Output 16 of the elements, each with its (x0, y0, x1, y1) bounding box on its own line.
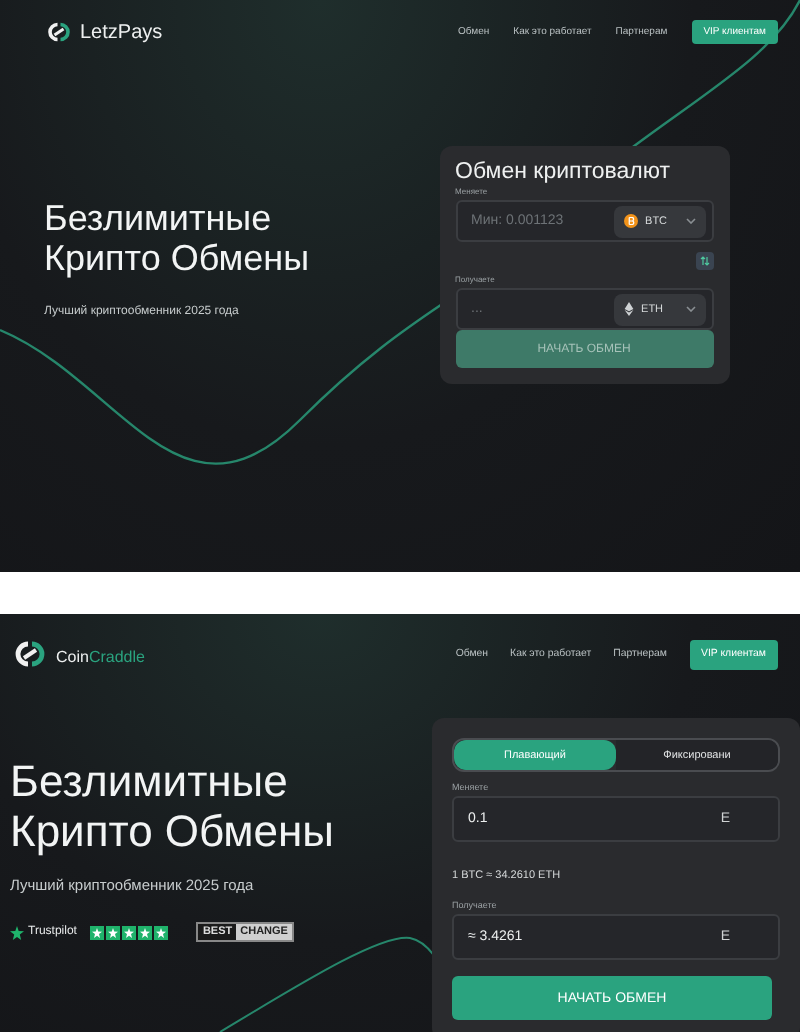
hero-title: Крипто Обмены (44, 238, 310, 279)
star-icon (10, 925, 24, 940)
logo-icon (44, 20, 74, 44)
logo-text: LetzPays (80, 21, 163, 43)
logo-icon (10, 638, 50, 670)
chevron-down-icon (685, 306, 696, 312)
ethereum-icon (623, 302, 634, 316)
logo-text: Coin (56, 648, 89, 666)
chevron-down-icon (685, 218, 696, 224)
logo-text: Craddle (88, 648, 145, 666)
hero-title: Безлимитные (44, 198, 274, 239)
hero-title: Крипто Обмены (10, 807, 334, 857)
swap-icon[interactable] (695, 252, 714, 270)
hero-title: Безлимитные (10, 758, 290, 808)
bitcoin-icon (623, 214, 638, 228)
card-title: Обмен криптовалют (455, 160, 672, 184)
